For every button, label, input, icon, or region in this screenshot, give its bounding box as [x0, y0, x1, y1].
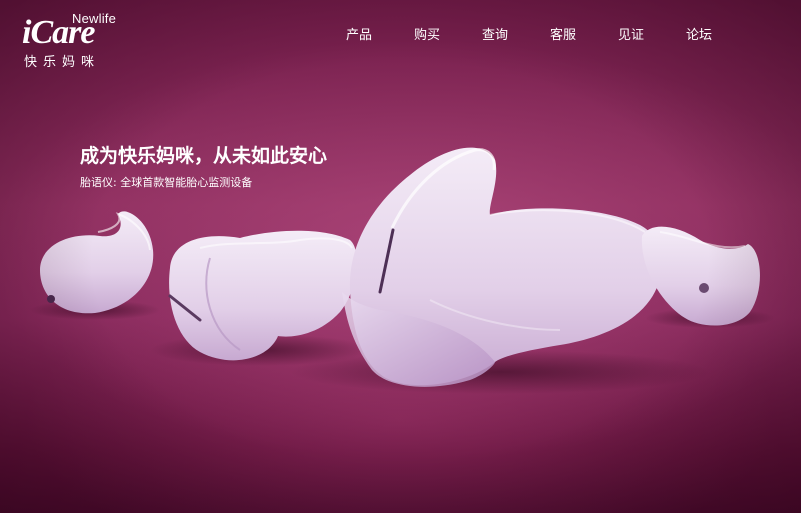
nav-item-query[interactable]: 查询	[476, 24, 544, 43]
nav-item-forum[interactable]: 论坛	[680, 24, 748, 43]
hero-title: 成为快乐妈咪，从未如此安心	[80, 145, 328, 167]
logo-tagline: 快乐妈咪	[24, 55, 101, 70]
nav-item-buy[interactable]: 购买	[408, 24, 476, 43]
brand-logo[interactable]: Newlife iCare 快乐妈咪	[20, 10, 130, 70]
logo-icare-text: iCare	[22, 14, 95, 51]
hero-banner: Newlife iCare 快乐妈咪 产品 购买 查询 客服 见证 论坛 成为快…	[0, 0, 801, 513]
nav-item-products[interactable]: 产品	[340, 24, 408, 43]
main-nav: 产品 购买 查询 客服 见证 论坛	[340, 24, 748, 43]
device-small-right	[641, 226, 760, 326]
product-image	[30, 147, 775, 394]
nav-item-service[interactable]: 客服	[544, 24, 612, 43]
nav-item-testimonials[interactable]: 见证	[612, 24, 680, 43]
hero-subtitle: 胎语仪: 全球首款智能胎心监测设备	[80, 176, 253, 189]
device-small-left	[40, 211, 154, 314]
device-main	[342, 147, 662, 387]
